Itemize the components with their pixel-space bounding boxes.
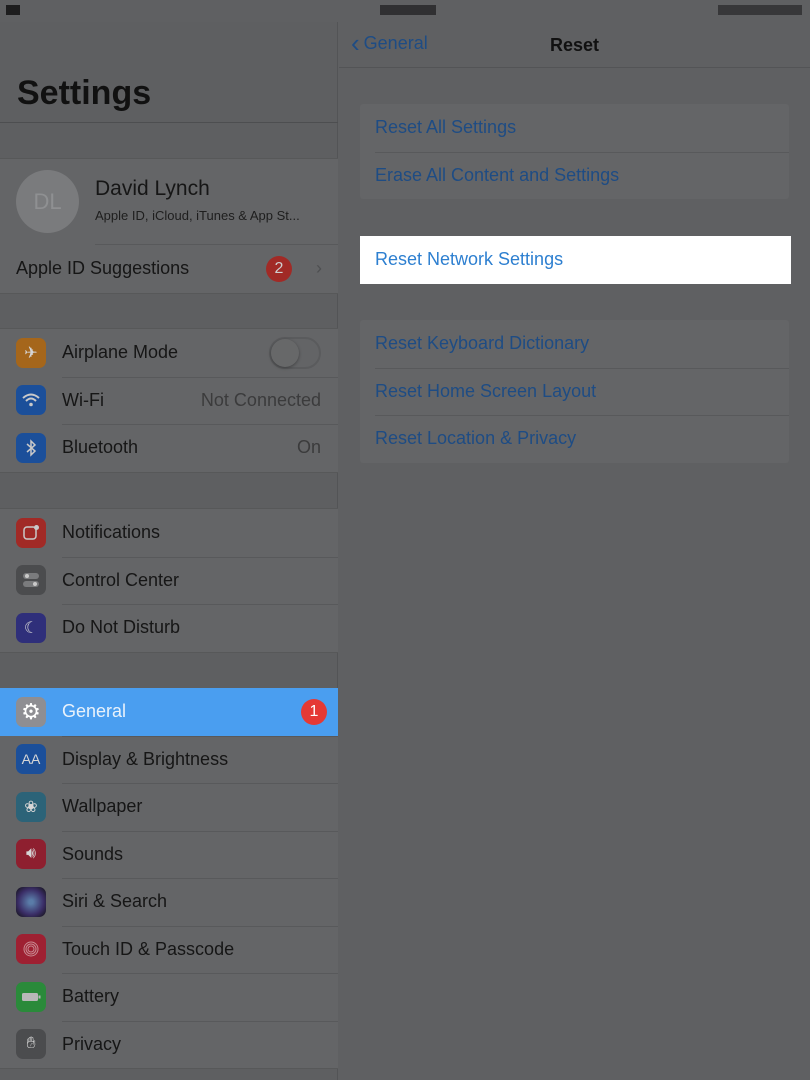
battery-icon [16, 981, 46, 1012]
status-battery-icon [718, 5, 802, 15]
notification-badge: 1 [301, 698, 327, 725]
fingerprint-icon [16, 934, 46, 965]
row-label: Do Not Disturb [62, 617, 181, 638]
row-label: Sounds [62, 843, 124, 864]
status-time [380, 5, 436, 15]
sidebar-item-control-center[interactable]: Control Center [0, 556, 338, 605]
toggle-knob [271, 338, 299, 367]
status-carrier-icon [6, 5, 20, 15]
wifi-icon [16, 385, 46, 416]
apple-id-profile[interactable]: DL David Lynch Apple ID, iCloud, iTunes … [0, 159, 338, 245]
row-label: Control Center [62, 569, 180, 590]
row-label: Touch ID & Passcode [62, 938, 235, 959]
speaker-icon: 🔊︎ [16, 839, 46, 870]
bluetooth-icon [16, 432, 46, 463]
sidebar-item-wifi[interactable]: Wi-Fi Not Connected [0, 376, 338, 425]
connectivity-group: ✈ Airplane Mode Wi-Fi Not Connected Blue… [0, 328, 338, 473]
reset-home-screen-layout-button[interactable]: Reset Home Screen Layout [360, 367, 789, 416]
row-label: Notifications [62, 522, 161, 543]
sidebar-item-bluetooth[interactable]: Bluetooth On [0, 424, 338, 472]
reset-group-3: Reset Keyboard Dictionary Reset Home Scr… [360, 320, 789, 463]
sidebar-item-airplane-mode[interactable]: ✈ Airplane Mode [0, 329, 338, 377]
erase-all-content-button[interactable]: Erase All Content and Settings [360, 151, 789, 200]
display-brightness-icon: AA [16, 744, 46, 775]
airplane-icon: ✈ [16, 337, 46, 368]
sidebar-item-wallpaper[interactable]: ❀ Wallpaper [0, 783, 338, 831]
row-label: Display & Brightness [62, 748, 229, 769]
apple-id-suggestions-row[interactable]: Apple ID Suggestions 2 › [0, 245, 338, 293]
reset-location-privacy-button[interactable]: Reset Location & Privacy [360, 415, 789, 463]
reset-group-2: Reset Network Settings [360, 236, 791, 284]
divider [0, 122, 338, 123]
sidebar-item-touch-id-passcode[interactable]: Touch ID & Passcode [0, 925, 338, 974]
notifications-icon [16, 517, 46, 548]
general-group: ⚙ General 1 AA Display & Brightness ❀ Wa… [0, 688, 338, 1069]
page-title: Reset [549, 35, 600, 55]
gear-icon: ⚙ [16, 696, 46, 727]
reset-detail-pane: ‹ General Reset Reset All Settings Erase… [339, 22, 810, 1080]
reset-network-settings-button[interactable]: Reset Network Settings [360, 236, 791, 284]
row-label: Apple ID Suggestions [16, 258, 190, 279]
sidebar-item-general[interactable]: ⚙ General 1 [0, 688, 338, 736]
reset-group-1: Reset All Settings Erase All Content and… [360, 104, 789, 199]
sidebar-item-notifications[interactable]: Notifications [0, 509, 338, 557]
row-label: Battery [62, 986, 120, 1007]
reset-keyboard-dictionary-button[interactable]: Reset Keyboard Dictionary [360, 320, 789, 368]
airplane-mode-toggle[interactable] [269, 336, 321, 369]
bluetooth-status: On [296, 437, 321, 458]
row-label: Privacy [62, 1033, 122, 1054]
chevron-right-icon: › [316, 258, 322, 279]
profile-subtitle: Apple ID, iCloud, iTunes & App St... [95, 208, 300, 223]
wifi-status: Not Connected [200, 389, 321, 410]
row-label: General [62, 701, 127, 722]
navigation-bar: ‹ General Reset [339, 22, 810, 68]
notification-badge: 2 [266, 255, 292, 282]
profile-group: DL David Lynch Apple ID, iCloud, iTunes … [0, 158, 338, 294]
profile-name: David Lynch [95, 177, 210, 200]
sidebar-item-battery[interactable]: Battery [0, 973, 338, 1021]
row-label: Siri & Search [62, 891, 168, 912]
reset-all-settings-button[interactable]: Reset All Settings [360, 104, 789, 152]
row-label: Wi-Fi [62, 389, 104, 410]
notifications-group: Notifications Control Center ☾ Do Not Di… [0, 508, 338, 653]
settings-sidebar: Settings DL David Lynch Apple ID, iCloud… [0, 22, 338, 1080]
row-label: Bluetooth [62, 437, 139, 458]
moon-icon: ☾ [16, 612, 46, 643]
sidebar-title: Settings [17, 74, 152, 112]
siri-icon [16, 886, 46, 917]
sidebar-item-do-not-disturb[interactable]: ☾ Do Not Disturb [0, 604, 338, 652]
avatar: DL [16, 170, 79, 233]
sidebar-item-display-brightness[interactable]: AA Display & Brightness [0, 735, 338, 784]
status-bar [0, 0, 810, 22]
row-label: Wallpaper [62, 796, 143, 817]
sidebar-item-siri-search[interactable]: Siri & Search [0, 878, 338, 926]
row-label: Airplane Mode [62, 342, 179, 363]
hand-icon: ✋︎ [16, 1029, 46, 1060]
sidebar-item-sounds[interactable]: 🔊︎ Sounds [0, 830, 338, 879]
control-center-icon [16, 565, 46, 596]
wallpaper-icon: ❀ [16, 791, 46, 822]
sidebar-item-privacy[interactable]: ✋︎ Privacy [0, 1020, 338, 1069]
